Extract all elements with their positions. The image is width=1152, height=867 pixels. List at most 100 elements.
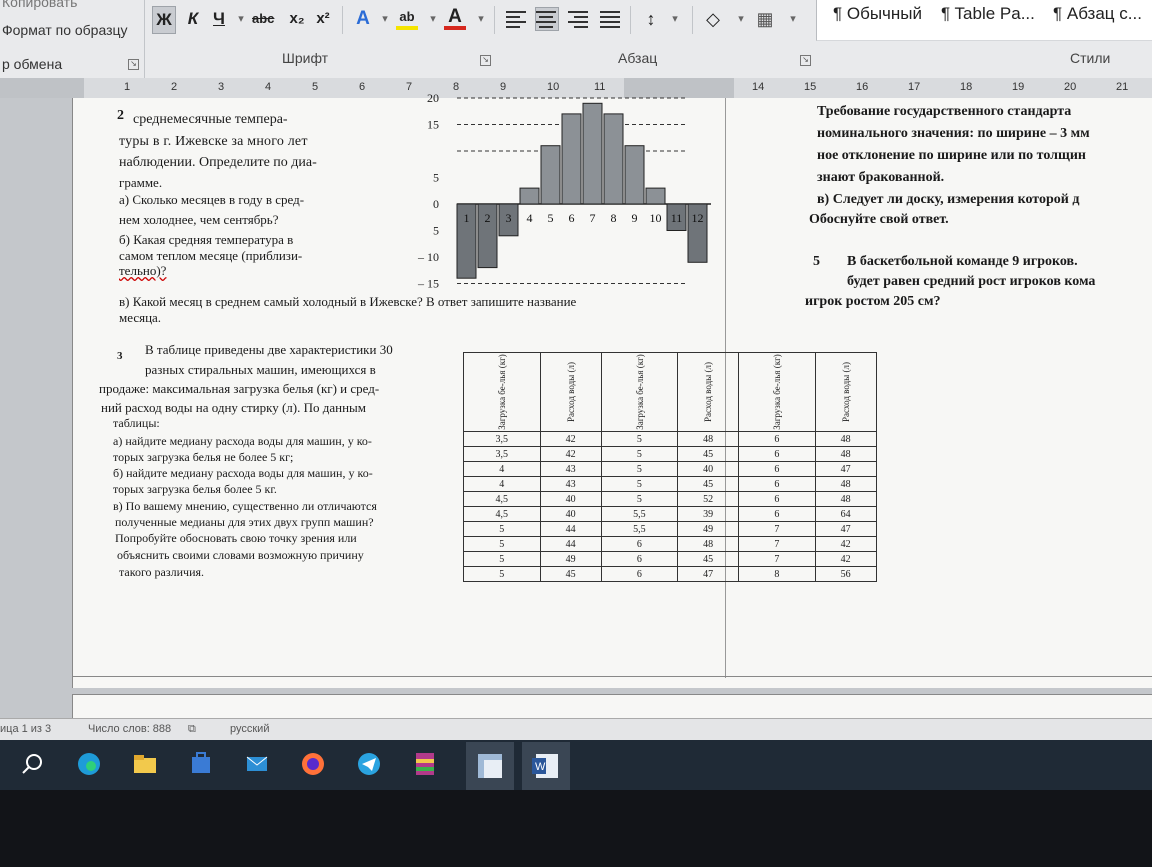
clipboard-launcher-icon[interactable]: ↘	[128, 59, 139, 70]
task-3-question-a: торых загрузка белья не более 5 кг;	[113, 450, 294, 464]
line-spacing-icon[interactable]: ↕	[640, 6, 662, 32]
highlight-button[interactable]: ab	[396, 6, 418, 30]
right-col-line: ное отклонение по ширине или по толщин	[817, 148, 1086, 163]
line-spacing-dropdown-icon[interactable]: ▾	[664, 6, 686, 32]
table-header: Загрузка бе-лья (кг)	[600, 352, 679, 432]
task-3-question-c: в) По вашему мнению, существенно ли отли…	[113, 499, 377, 513]
table-cell: 45	[677, 476, 740, 492]
task-2-line: среднемесячные темпера-	[133, 112, 288, 127]
table-row: 4,5 40 5 52 6 48	[463, 491, 877, 507]
store-icon[interactable]	[186, 749, 216, 779]
page-count[interactable]: ица 1 из 3	[0, 723, 51, 735]
ruler-tick: 15	[804, 81, 817, 93]
subscript-button[interactable]: x₂	[286, 6, 308, 32]
task-3-question-c: такого различия.	[119, 565, 205, 579]
table-cell: 40	[539, 506, 602, 522]
telegram-icon[interactable]	[354, 749, 384, 779]
ruler-tick: 9	[500, 81, 507, 93]
x-tick-label: 12	[692, 211, 704, 225]
style-list-paragraph[interactable]: ¶ Абзац с...	[1053, 4, 1142, 24]
align-right-button[interactable]	[568, 8, 590, 30]
underline-button[interactable]: Ч	[208, 6, 230, 32]
table-cell: 6	[600, 536, 679, 552]
task-2-question-b: б) Какая средняя температура в	[119, 232, 294, 247]
task-5-line: В баскетбольной команде 9 игроков.	[847, 254, 1078, 269]
edge-icon[interactable]	[74, 749, 104, 779]
table-cell: 48	[814, 476, 877, 492]
borders-icon[interactable]: ▦	[754, 6, 776, 32]
task-5-line: будет равен средний рост игроков кома	[847, 274, 1096, 289]
language-indicator[interactable]: русский	[230, 723, 269, 735]
firefox-icon[interactable]	[298, 749, 328, 779]
copy-button[interactable]: Копировать	[2, 0, 77, 10]
shading-icon[interactable]: ◇	[702, 6, 724, 32]
word-icon[interactable]: W	[522, 742, 570, 790]
mail-icon[interactable]	[242, 749, 272, 779]
table-cell: 6	[738, 491, 816, 507]
font-launcher-icon[interactable]: ↘	[480, 55, 491, 66]
word-count[interactable]: Число слов: 888	[88, 723, 171, 735]
ruler-tick: 10	[547, 81, 560, 93]
task-3-line: ний расход воды на одну стирку (л). По д…	[101, 400, 367, 415]
table-cell: 7	[738, 551, 816, 567]
table-header: Загрузка бе-лья (кг)	[738, 352, 816, 432]
task-3-line: таблицы:	[113, 416, 160, 430]
document-page[interactable]: 2 среднемесячные темпера- туры в г. Ижев…	[72, 91, 1152, 688]
bar	[540, 145, 561, 205]
generic-app-icon[interactable]	[466, 742, 514, 790]
table-cell: 48	[814, 491, 877, 507]
search-icon[interactable]	[18, 749, 48, 779]
text-effects-dropdown-icon[interactable]: ▾	[374, 6, 396, 32]
file-explorer-icon[interactable]	[130, 749, 160, 779]
ruler-tick: 18	[960, 81, 973, 93]
table-cell: 6	[738, 431, 816, 447]
table-cell: 5	[463, 551, 541, 567]
highlight-dropdown-icon[interactable]: ▾	[422, 6, 444, 32]
justify-button[interactable]	[600, 8, 622, 30]
table-cell: 5	[600, 446, 679, 462]
table-header: Расход воды (л)	[814, 352, 877, 432]
y-tick-label: 15	[427, 118, 439, 132]
style-table-paragraph[interactable]: ¶ Table Pa...	[941, 4, 1035, 24]
table-cell: 6	[738, 461, 816, 477]
right-col-line: номинального значения: по ширине – 3 мм	[817, 126, 1090, 141]
shading-dropdown-icon[interactable]: ▾	[730, 6, 752, 32]
italic-button[interactable]: К	[182, 6, 204, 32]
text-effects-button[interactable]: A	[352, 6, 374, 32]
format-painter-button[interactable]: Формат по образцу	[2, 22, 128, 38]
table-cell: 40	[677, 461, 740, 477]
winrar-icon[interactable]	[410, 749, 440, 779]
bar	[624, 145, 645, 205]
proofing-icon[interactable]: ⧉	[188, 723, 196, 736]
horizontal-ruler[interactable]: 1 2 3 4 5 6 7 8 9 10 11 14 15 16 17 18 19 20 21	[0, 78, 1152, 99]
table-cell: 52	[677, 491, 740, 507]
task-3-number: 3	[117, 350, 123, 362]
table-cell: 5	[600, 491, 679, 507]
align-left-button[interactable]	[506, 8, 528, 30]
underline-dropdown-icon[interactable]: ▾	[230, 6, 252, 32]
table-cell: 4	[463, 476, 541, 492]
style-normal[interactable]: ¶ Обычный	[833, 4, 922, 24]
strikethrough-button[interactable]: abc	[252, 6, 274, 32]
table-cell: 42	[814, 536, 877, 552]
table-cell: 48	[677, 536, 740, 552]
svg-text:W: W	[535, 761, 546, 773]
paragraph-launcher-icon[interactable]: ↘	[800, 55, 811, 66]
right-col-line: знают бракованной.	[817, 170, 945, 185]
task-3-question-a: а) найдите медиану расхода воды для маши…	[113, 434, 372, 448]
align-center-button[interactable]	[535, 7, 559, 31]
task-3-question-c: объяснить своими словами возможную причи…	[117, 548, 364, 562]
table-cell: 6	[738, 446, 816, 462]
table-row: 3,5 42 5 45 6 48	[463, 446, 877, 462]
borders-dropdown-icon[interactable]: ▾	[782, 6, 804, 32]
bold-button[interactable]: Ж	[152, 6, 176, 34]
table-cell: 49	[677, 521, 740, 537]
document-area: 2 среднемесячные темпера- туры в г. Ижев…	[0, 91, 1152, 725]
font-color-button[interactable]: A	[444, 6, 466, 30]
font-color-dropdown-icon[interactable]: ▾	[470, 6, 492, 32]
table-cell: 5	[600, 431, 679, 447]
superscript-button[interactable]: x²	[312, 6, 334, 32]
task-2-line: грамме.	[119, 175, 163, 190]
ruler-tick: 20	[1064, 81, 1077, 93]
table-cell: 8	[738, 566, 816, 582]
